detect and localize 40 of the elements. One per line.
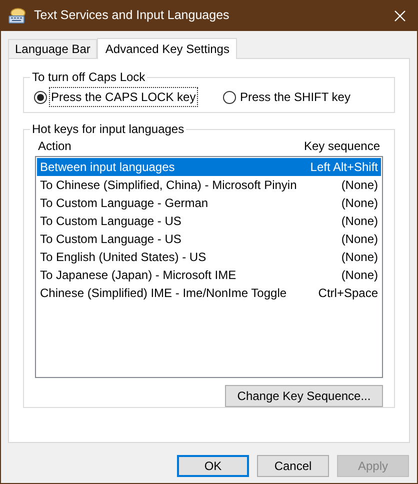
- action-text: To Custom Language - German: [40, 195, 208, 212]
- radio-label[interactable]: Press the CAPS LOCK key: [50, 88, 197, 106]
- column-header: Key sequence: [304, 138, 380, 155]
- list-row[interactable]: To Custom Language - German (None): [37, 194, 381, 212]
- action-text: To Chinese (Simplified, China) - Microsoft Pinyin: [40, 177, 297, 194]
- window-title: Text Services and Input Languages: [34, 7, 230, 24]
- action-text: To English (United States) - US: [40, 249, 206, 266]
- list-row[interactable]: To Custom Language - US (None): [37, 212, 381, 230]
- column-header: Action: [38, 138, 72, 155]
- change-key-sequence-button[interactable]: Change Key Sequence...: [225, 385, 383, 407]
- key-sequence-text: (None): [341, 267, 378, 284]
- close-icon[interactable]: [394, 10, 406, 22]
- dialog-button[interactable]: OK: [177, 455, 249, 477]
- action-text: To Custom Language - US: [40, 231, 182, 248]
- list-row[interactable]: To Chinese (Simplified, China) - Microsoft Pinyin (None): [37, 176, 381, 194]
- action-text: Between input languages: [40, 159, 175, 176]
- radio-label[interactable]: Press the SHIFT key: [239, 88, 352, 106]
- radio-button[interactable]: [223, 90, 236, 104]
- tab[interactable]: Advanced Key Settings: [97, 38, 238, 59]
- group-title: To turn off Caps Lock: [30, 70, 148, 84]
- tab[interactable]: Language Bar: [8, 39, 98, 58]
- action-text: To Custom Language - US: [40, 213, 182, 230]
- list-row[interactable]: To Japanese (Japan) - Microsoft IME (None): [37, 266, 381, 284]
- key-sequence-text: (None): [341, 177, 378, 194]
- key-sequence-text: (None): [341, 249, 378, 266]
- group-title: Hot keys for input languages: [30, 122, 186, 136]
- list-row[interactable]: To Custom Language - US (None): [37, 230, 381, 248]
- radio-button[interactable]: [34, 90, 47, 104]
- list-row[interactable]: To English (United States) - US (None): [37, 248, 381, 266]
- action-text: Chinese (Simplified) IME - Ime/NonIme Toggle: [40, 285, 287, 302]
- key-sequence-text: (None): [341, 195, 378, 212]
- dialog-button[interactable]: Cancel: [257, 455, 329, 477]
- list-row[interactable]: Chinese (Simplified) IME - Ime/NonIme Toggle Ctrl+Space: [37, 284, 381, 302]
- action-text: To Japanese (Japan) - Microsoft IME: [40, 267, 236, 284]
- key-sequence-text: (None): [341, 213, 378, 230]
- key-sequence-text: (None): [341, 231, 378, 248]
- list-row[interactable]: Between input languages Left Alt+Shift: [37, 158, 381, 176]
- key-sequence-text: Left Alt+Shift: [310, 159, 378, 176]
- key-sequence-text: Ctrl+Space: [318, 285, 378, 302]
- keyboard-icon: [8, 8, 26, 24]
